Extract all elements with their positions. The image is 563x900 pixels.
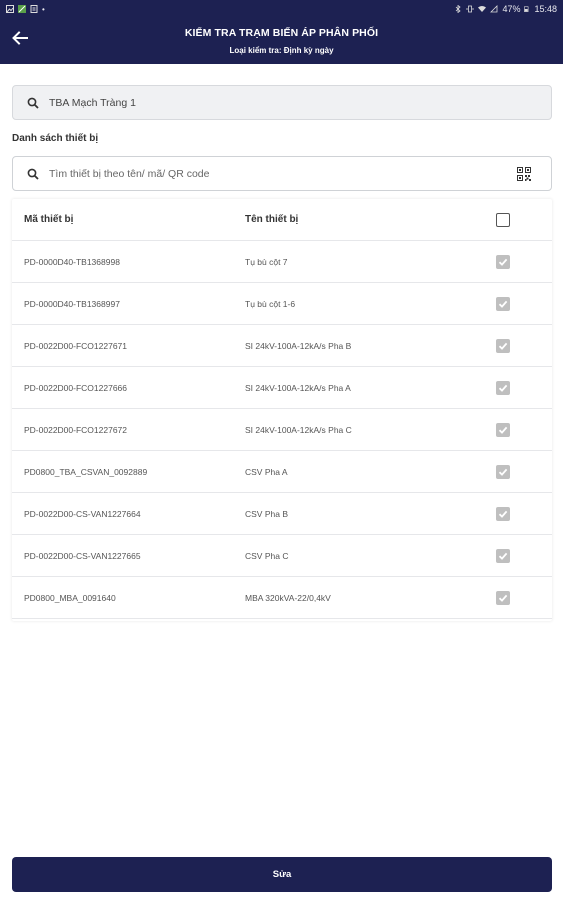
dot-icon: • bbox=[42, 4, 45, 14]
edit-button[interactable]: Sửa bbox=[12, 857, 552, 892]
table-row[interactable]: PD-0022D00-FCO1227671 SI 24kV-100A-12kA/s… bbox=[12, 325, 552, 367]
table-row[interactable]: PD-0022D00-FCO1227666 SI 24kV-100A-12kA/s… bbox=[12, 367, 552, 409]
status-notifications: • bbox=[6, 5, 45, 14]
checkmark-icon bbox=[498, 552, 508, 560]
device-name: Tụ bù cột 1-6 bbox=[245, 298, 296, 309]
gallery-icon bbox=[6, 5, 14, 13]
device-name: SI 24kV-100A-12kA/s Pha B bbox=[245, 340, 352, 351]
device-name: MBA 320kVA-22/0,4kV bbox=[245, 592, 331, 603]
device-code: PD0800_MBA_0091640 bbox=[24, 592, 116, 603]
device-search bbox=[12, 156, 552, 191]
column-header-name: Tên thiết bị bbox=[245, 214, 299, 225]
app-icon bbox=[18, 5, 26, 13]
checkmark-icon bbox=[498, 300, 508, 308]
row-checkbox[interactable] bbox=[496, 339, 510, 353]
device-name: CSV Pha C bbox=[245, 550, 289, 561]
device-name: CSV Pha B bbox=[245, 508, 288, 519]
document-icon bbox=[30, 5, 38, 13]
device-code: PD0800_TBA_CSVAN_0092889 bbox=[24, 466, 148, 477]
table-row[interactable]: PD0800_MBA_0091640 MBA 320kVA-22/0,4kV bbox=[12, 577, 552, 619]
battery-percent: 47% bbox=[502, 4, 521, 14]
row-checkbox[interactable] bbox=[496, 423, 510, 437]
checkmark-icon bbox=[498, 510, 508, 518]
row-checkbox[interactable] bbox=[496, 381, 510, 395]
device-code: PD-0022D00-CS-VAN1227664 bbox=[24, 508, 141, 519]
table-row[interactable]: PD-0022D00-FCO1227672 SI 24kV-100A-12kA/s… bbox=[12, 409, 552, 451]
app-header: KIỂM TRA TRẠM BIẾN ÁP PHÂN PHỐI Loại kiể… bbox=[0, 18, 563, 64]
table-row[interactable]: PD-0000D40-TB1368998 Tụ bù cột 7 bbox=[12, 241, 552, 283]
table-row[interactable]: PD-0000D40-TB1368997 Tụ bù cột 1-6 bbox=[12, 283, 552, 325]
wifi-icon bbox=[478, 6, 487, 12]
clock: 15:48 bbox=[534, 4, 557, 14]
column-header-code: Mã thiết bị bbox=[24, 214, 74, 225]
device-list-label: Danh sách thiết bị bbox=[12, 133, 99, 144]
device-name: SI 24kV-100A-12kA/s Pha C bbox=[245, 424, 352, 435]
device-search-input[interactable] bbox=[49, 167, 489, 180]
device-name: CSV Pha A bbox=[245, 466, 288, 477]
checkmark-icon bbox=[498, 426, 508, 434]
vibrate-icon bbox=[467, 5, 474, 13]
device-code: PD-0022D00-FCO1227666 bbox=[24, 382, 128, 393]
battery-icon bbox=[524, 6, 529, 12]
station-field[interactable]: TBA Mạch Tràng 1 bbox=[12, 85, 552, 120]
page-title: KIỂM TRA TRẠM BIẾN ÁP PHÂN PHỐI bbox=[184, 27, 379, 39]
device-code: PD-0022D00-CS-VAN1227665 bbox=[24, 550, 141, 561]
device-code: PD-0000D40-TB1368998 bbox=[24, 256, 120, 267]
device-name: Tụ bù cột 7 bbox=[245, 256, 288, 267]
checkmark-icon bbox=[498, 468, 508, 476]
checkmark-icon bbox=[498, 342, 508, 350]
station-value: TBA Mạch Tràng 1 bbox=[49, 96, 136, 109]
no-sim-icon bbox=[490, 5, 498, 13]
device-name: SI 24kV-100A-12kA/s Pha A bbox=[245, 382, 351, 393]
row-checkbox[interactable] bbox=[496, 507, 510, 521]
device-table: Mã thiết bị Tên thiết bị PD-0000D40-TB13… bbox=[12, 199, 552, 621]
device-code: PD-0022D00-FCO1227671 bbox=[24, 340, 128, 351]
device-code: PD-0000D40-TB1368997 bbox=[24, 298, 120, 309]
checkmark-icon bbox=[498, 594, 508, 602]
search-icon bbox=[27, 168, 39, 180]
row-checkbox[interactable] bbox=[496, 465, 510, 479]
table-header: Mã thiết bị Tên thiết bị bbox=[12, 199, 552, 241]
select-all-checkbox[interactable] bbox=[496, 213, 510, 227]
table-row[interactable]: PD-0022D00-CS-VAN1227665 CSV Pha C bbox=[12, 535, 552, 577]
status-system: 47% 15:48 bbox=[454, 4, 557, 14]
checkmark-icon bbox=[498, 258, 508, 266]
row-checkbox[interactable] bbox=[496, 297, 510, 311]
bluetooth-icon bbox=[456, 5, 462, 13]
row-checkbox[interactable] bbox=[496, 591, 510, 605]
page-subtitle: Loại kiểm tra: Định kỳ ngày bbox=[229, 46, 334, 55]
row-checkbox[interactable] bbox=[496, 255, 510, 269]
status-bar: • 47% 15:48 bbox=[0, 0, 563, 18]
checkmark-icon bbox=[498, 384, 508, 392]
device-code: PD-0022D00-FCO1227672 bbox=[24, 424, 128, 435]
table-row[interactable]: PD0800_TBA_CSVAN_0092889 CSV Pha A bbox=[12, 451, 552, 493]
search-icon bbox=[27, 97, 39, 109]
device-rows: PD-0000D40-TB1368998 Tụ bù cột 7 PD-0000D4… bbox=[12, 241, 552, 619]
row-checkbox[interactable] bbox=[496, 549, 510, 563]
qr-code-icon[interactable] bbox=[517, 167, 531, 181]
table-row[interactable]: PD-0022D00-CS-VAN1227664 CSV Pha B bbox=[12, 493, 552, 535]
